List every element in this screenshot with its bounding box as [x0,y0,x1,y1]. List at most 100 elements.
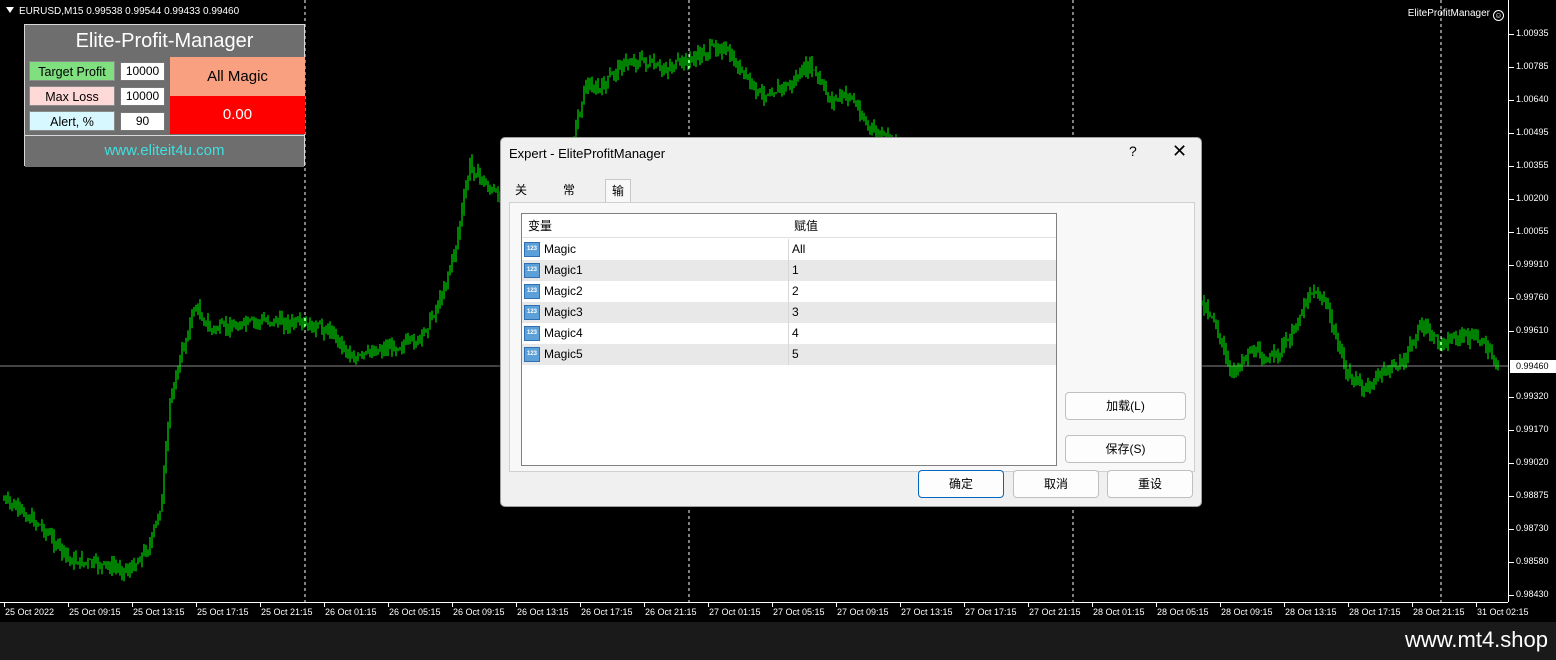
price-tick [1509,463,1514,464]
alert-input[interactable]: 90 [120,112,165,131]
price-label: 0.98875 [1516,490,1549,500]
price-axis: 1.00935 1.00785 1.00640 1.00495 1.00355 1.002… [1508,0,1556,602]
max-loss-input[interactable]: 10000 [120,87,165,106]
integer-param-icon: 123 [524,305,540,320]
time-label: 27 Oct 05:15 [773,607,825,617]
price-label: 0.98580 [1516,556,1549,566]
alert-button[interactable]: Alert, % [29,111,115,131]
time-label: 27 Oct 09:15 [837,607,889,617]
time-label: 25 Oct 13:15 [133,607,185,617]
integer-param-icon: 123 [524,326,540,341]
time-label: 28 Oct 21:15 [1413,607,1465,617]
time-label: 28 Oct 09:15 [1221,607,1273,617]
inputs-grid: 变量 赋值 123 Magic All 123 Magic1 1 123 Mag… [521,213,1057,466]
price-tick [1509,67,1514,68]
ok-button[interactable]: 确定 [918,470,1004,498]
price-label: 1.00200 [1516,193,1549,203]
current-price-label: 0.99460 [1510,360,1556,373]
price-label: 1.00640 [1516,94,1549,104]
price-label: 0.99760 [1516,292,1549,302]
dialog-title: Expert - EliteProfitManager [509,146,666,161]
time-label: 26 Oct 01:15 [325,607,377,617]
price-tick [1509,397,1514,398]
integer-param-icon: 123 [524,284,540,299]
table-row[interactable]: 123 Magic4 4 [522,323,1056,344]
column-variable[interactable]: 变量 [522,214,552,238]
param-value[interactable]: 5 [792,344,799,365]
param-name: Magic2 [544,284,583,298]
param-value[interactable]: All [792,239,805,260]
time-label: 26 Oct 09:15 [453,607,505,617]
bottom-bar: www.mt4.shop [0,622,1556,660]
ea-panel: Elite-Profit-Manager Target Profit 10000… [24,24,305,167]
ea-label[interactable]: EliteProfitManager ☺ [1408,8,1504,21]
integer-param-icon: 123 [524,347,540,362]
param-value[interactable]: 4 [792,323,799,344]
table-row[interactable]: 123 Magic1 1 [522,260,1056,281]
price-tick [1509,100,1514,101]
price-tick [1509,430,1514,431]
time-label: 26 Oct 05:15 [389,607,441,617]
integer-param-icon: 123 [524,242,540,257]
param-name: Magic1 [544,263,583,277]
max-loss-button[interactable]: Max Loss [29,86,115,106]
price-tick [1509,265,1514,266]
price-tick [1509,496,1514,497]
param-value[interactable]: 1 [792,260,799,281]
param-name: Magic [544,242,577,256]
tab-inputs[interactable]: 输入参数 [605,179,632,264]
time-label: 27 Oct 21:15 [1029,607,1081,617]
price-tick [1509,34,1514,35]
time-label: 26 Oct 21:15 [645,607,697,617]
symbol-info: EURUSD,M15 0.99538 0.99544 0.99433 0.994… [6,6,239,17]
param-value[interactable]: 2 [792,281,799,302]
cancel-button[interactable]: 取消 [1013,470,1099,498]
time-label: 26 Oct 13:15 [517,607,569,617]
price-label: 0.98730 [1516,523,1549,533]
help-icon[interactable]: ? [1129,143,1137,159]
close-icon[interactable]: ✕ [1172,141,1187,162]
table-row[interactable]: 123 Magic5 5 [522,344,1056,365]
param-name: Magic4 [544,326,583,340]
time-label: 25 Oct 2022 [5,607,55,617]
target-profit-input[interactable]: 10000 [120,62,165,81]
load-button[interactable]: 加载(L) [1065,392,1186,420]
table-row[interactable]: 123 Magic All [522,239,1056,260]
save-button[interactable]: 保存(S) [1065,435,1186,463]
time-label: 28 Oct 05:15 [1157,607,1209,617]
ea-panel-title: Elite-Profit-Manager [75,30,254,52]
param-value[interactable]: 3 [792,302,799,323]
magic-selector[interactable]: All Magic [170,57,305,96]
reset-button[interactable]: 重设 [1107,470,1193,498]
expert-dialog: Expert - EliteProfitManager ? ✕ 关于 常用 输入… [500,137,1202,507]
symbol-text: EURUSD,M15 0.99538 0.99544 0.99433 0.994… [19,6,240,17]
tab-about[interactable]: 关于 [509,179,533,219]
time-label: 27 Oct 17:15 [965,607,1017,617]
time-label: 25 Oct 21:15 [261,607,313,617]
price-tick [1509,166,1514,167]
time-label: 25 Oct 09:15 [69,607,121,617]
time-label: 26 Oct 17:15 [581,607,633,617]
table-row[interactable]: 123 Magic2 2 [522,281,1056,302]
price-label: 1.00935 [1516,28,1549,38]
price-label: 1.00785 [1516,61,1549,71]
table-row[interactable]: 123 Magic3 3 [522,302,1056,323]
price-tick [1509,562,1514,563]
time-label: 27 Oct 01:15 [709,607,761,617]
price-tick [1509,529,1514,530]
grid-header: 变量 赋值 [522,214,1056,238]
tab-common[interactable]: 常用 [557,179,581,219]
target-profit-button[interactable]: Target Profit [29,61,115,81]
price-tick [1509,331,1514,332]
ea-url-link[interactable]: www.eliteit4u.com [25,135,304,167]
time-label: 31 Oct 02:15 [1477,607,1529,617]
price-label: 0.98430 [1516,589,1549,599]
price-tick [1509,199,1514,200]
dropdown-triangle-icon[interactable] [6,7,14,13]
time-label: 28 Oct 17:15 [1349,607,1401,617]
time-label: 25 Oct 17:15 [197,607,249,617]
time-axis: 25 Oct 2022 25 Oct 09:15 25 Oct 13:15 25 Oc… [0,602,1529,622]
price-label: 0.99320 [1516,391,1549,401]
price-label: 0.99170 [1516,424,1549,434]
column-value[interactable]: 赋值 [788,214,818,238]
